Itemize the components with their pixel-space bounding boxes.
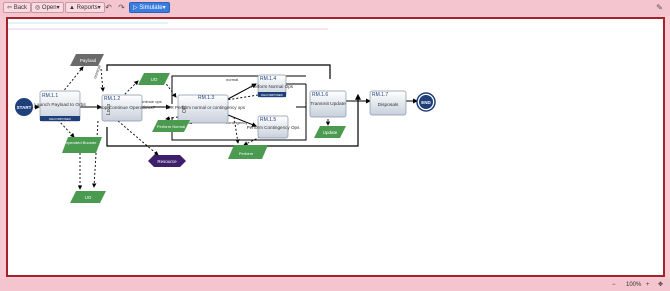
fit-icon[interactable]: ✥ — [658, 279, 663, 291]
edge-label: nominal — [92, 64, 102, 79]
update-io[interactable]: Update — [314, 126, 346, 138]
undo-icon[interactable]: ↶ — [103, 2, 114, 13]
status-bar: − 100% + ✥ — [0, 279, 670, 291]
node-rm16[interactable]: RM.1.6 Transmit Update — [309, 90, 347, 118]
loop-label: Loop — [106, 104, 112, 115]
io-edge — [121, 80, 139, 98]
io-edge — [91, 120, 99, 188]
chevron-down-icon: ▾ — [162, 5, 166, 11]
node-rm14[interactable]: RM.1.4 Perform Normal Ops DECOMPOSED — [251, 74, 294, 98]
open-button[interactable]: ◎ Open▾ — [31, 2, 64, 13]
globe-icon: ◎ — [35, 5, 41, 11]
svg-text:Update: Update — [323, 130, 338, 135]
svg-text:RM.1.1: RM.1.1 — [42, 93, 58, 99]
edge-label: continue ops — [139, 99, 162, 104]
svg-text:Transmit Update: Transmit Update — [310, 101, 346, 107]
back-arrow-icon: ⇦ — [7, 5, 13, 11]
reports-button[interactable]: ▲ Reports▾ — [65, 2, 105, 13]
svg-text:RM.1.6: RM.1.6 — [312, 92, 328, 98]
diagram-svg: continue ops release ops normal continge… — [8, 22, 436, 203]
zoom-level: 100% — [626, 282, 642, 288]
or-label: OR — [182, 105, 188, 113]
svg-text:Perform Normal Ops: Perform Normal Ops — [251, 84, 294, 89]
node-rm11[interactable]: RM.1.1 Launch Payload to Orbit DECOMPOSE… — [34, 90, 86, 122]
redo-icon[interactable]: ↷ — [116, 2, 127, 13]
loop-bracket-top — [106, 64, 331, 79]
node-rm15[interactable]: RM.1.5 Perform Contingency Ops — [247, 115, 301, 139]
uo-bottom-io[interactable]: UO — [70, 191, 106, 203]
svg-text:RM.1.5: RM.1.5 — [260, 117, 276, 123]
uo-top-io[interactable]: UO — [138, 73, 170, 85]
simulate-button[interactable]: ▷ Simulate▾ — [129, 2, 170, 13]
reports-icon: ▲ — [69, 5, 75, 11]
io-edge — [117, 120, 159, 156]
svg-text:UO: UO — [85, 195, 92, 200]
svg-text:DECOMPOSED: DECOMPOSED — [49, 117, 72, 121]
svg-text:Expended Booster: Expended Booster — [64, 140, 98, 145]
svg-text:Perform Contingency Ops: Perform Contingency Ops — [247, 125, 301, 130]
payload-io[interactable]: Payload — [70, 54, 104, 66]
play-icon: ▷ — [133, 5, 138, 11]
node-rm17[interactable]: RM.1.7 Disposals — [369, 90, 407, 116]
io-edge — [100, 68, 105, 92]
io-edge — [163, 80, 177, 98]
svg-text:OR Perform normal or contingen: OR Perform normal or contingency ops — [167, 105, 246, 110]
svg-text:UO: UO — [151, 77, 158, 82]
chevron-down-icon: ▾ — [56, 5, 60, 11]
chevron-down-icon: ▾ — [97, 5, 101, 11]
diagram-canvas[interactable]: continue ops release ops normal continge… — [6, 17, 665, 277]
resource-node[interactable]: Resource — [148, 155, 186, 167]
svg-text:Payload: Payload — [80, 58, 97, 63]
svg-text:RM.1.4: RM.1.4 — [260, 76, 276, 82]
edge-label: contingency — [226, 120, 247, 125]
perform-normal-io[interactable]: Perform Normal — [152, 120, 190, 132]
io-edge — [61, 66, 84, 94]
wrench-icon[interactable]: ✎ — [654, 2, 665, 13]
perform-io[interactable]: Perform — [228, 145, 268, 159]
edge-label: normal — [226, 77, 238, 82]
zoom-out-button[interactable]: − — [612, 279, 616, 291]
end-label: END — [421, 100, 431, 105]
svg-text:Launch Payload to Orbit: Launch Payload to Orbit — [34, 102, 86, 108]
svg-text:RM.1.2: RM.1.2 — [104, 96, 120, 102]
expended-booster-io[interactable]: Expended Booster — [62, 137, 102, 153]
io-edge — [57, 119, 75, 138]
svg-text:Perform: Perform — [239, 151, 254, 156]
svg-text:Resource: Resource — [157, 159, 177, 164]
zoom-in-button[interactable]: + — [646, 279, 650, 291]
start-label: START — [17, 105, 32, 110]
svg-text:Perform Normal: Perform Normal — [157, 124, 185, 129]
back-button[interactable]: ⇦ Back — [3, 2, 32, 13]
toolbar: ⇦ Back ◎ Open▾ ▲ Reports▾ ↶ ↷ ▷ Simulate… — [0, 0, 670, 16]
io-edge — [243, 136, 261, 146]
svg-text:DECOMPOSED: DECOMPOSED — [261, 93, 284, 97]
svg-text:RM.1.3: RM.1.3 — [198, 95, 214, 101]
svg-text:Disposals: Disposals — [378, 102, 399, 108]
svg-text:RM.1.7: RM.1.7 — [372, 92, 388, 98]
